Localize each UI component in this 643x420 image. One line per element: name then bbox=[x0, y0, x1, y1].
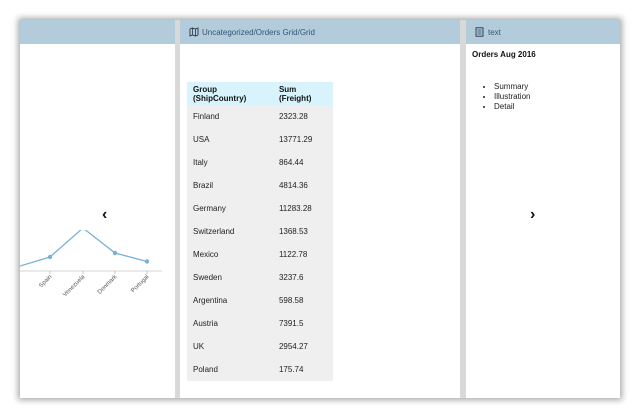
carousel-frame: Spain Venezuela Denmark Portugal Uncategori… bbox=[20, 20, 620, 398]
line-chart: Spain Venezuela Denmark Portugal bbox=[20, 230, 162, 299]
ship-country-cell: Germany bbox=[187, 197, 273, 220]
left-panel: Spain Venezuela Denmark Portugal bbox=[20, 20, 175, 398]
right-panel: text Orders Aug 2016 SummaryIllustration… bbox=[466, 20, 620, 398]
data-point[interactable] bbox=[112, 250, 118, 256]
grid-column-header[interactable]: Group (ShipCountry) bbox=[187, 82, 273, 105]
chevron-left-icon[interactable]: ‹ bbox=[102, 207, 107, 223]
grid-column-header[interactable]: Sum (Freight) bbox=[272, 82, 333, 105]
freight-cell: 3237.6 bbox=[272, 266, 333, 289]
grid-header-row: Group (ShipCountry) Sum (Freight) bbox=[187, 82, 333, 105]
middle-panel-title[interactable]: Uncategorized/Orders Grid/Grid bbox=[202, 28, 315, 37]
right-panel-header: text bbox=[466, 20, 620, 44]
freight-cell: 598.58 bbox=[272, 289, 333, 312]
table-row[interactable]: USA 13771.29 bbox=[187, 128, 333, 151]
freight-cell: 13771.29 bbox=[272, 128, 333, 151]
ship-country-cell: Switzerland bbox=[187, 220, 273, 243]
series-line-leading-segment bbox=[20, 256, 51, 267]
document-icon bbox=[474, 27, 485, 38]
table-row[interactable]: Finland 2323.28 bbox=[187, 105, 333, 128]
ship-country-cell: Mexico bbox=[187, 243, 273, 266]
freight-cell: 864.44 bbox=[272, 151, 333, 174]
freight-cell: 11283.28 bbox=[272, 197, 333, 220]
report-sections-list: SummaryIllustrationDetail bbox=[476, 82, 530, 112]
ship-country-cell: Austria bbox=[187, 312, 273, 335]
ship-country-cell: Finland bbox=[187, 105, 273, 128]
table-row[interactable]: Austria 7391.5 bbox=[187, 312, 333, 335]
data-point[interactable] bbox=[144, 259, 150, 264]
freight-cell: 4814.36 bbox=[272, 174, 333, 197]
orders-grid: Group (ShipCountry) Sum (Freight) Finland… bbox=[187, 82, 333, 381]
data-point[interactable] bbox=[47, 254, 53, 260]
table-row[interactable]: Poland 175.74 bbox=[187, 358, 333, 381]
x-tick-label: Spain bbox=[38, 274, 53, 289]
left-panel-header bbox=[20, 20, 175, 44]
freight-cell: 2323.28 bbox=[272, 105, 333, 128]
list-item: Detail bbox=[494, 102, 530, 112]
freight-cell: 2954.27 bbox=[272, 335, 333, 358]
report-title: Orders Aug 2016 bbox=[472, 50, 536, 59]
series-line bbox=[49, 230, 148, 263]
map-icon bbox=[188, 27, 199, 38]
list-item: Illustration bbox=[494, 92, 530, 102]
ship-country-cell: Argentina bbox=[187, 289, 273, 312]
x-tick-label: Venezuela bbox=[62, 274, 87, 299]
table-row[interactable]: Brazil 4814.36 bbox=[187, 174, 333, 197]
table-row[interactable]: Mexico 1122.78 bbox=[187, 243, 333, 266]
table-row[interactable]: Italy 864.44 bbox=[187, 151, 333, 174]
middle-panel-header: Uncategorized/Orders Grid/Grid bbox=[180, 20, 460, 44]
ship-country-cell: Brazil bbox=[187, 174, 273, 197]
table-row[interactable]: Germany 11283.28 bbox=[187, 197, 333, 220]
right-panel-title[interactable]: text bbox=[488, 28, 501, 37]
table-row[interactable]: UK 2954.27 bbox=[187, 335, 333, 358]
x-tick-label: Denmark bbox=[97, 273, 119, 295]
freight-cell: 1122.78 bbox=[272, 243, 333, 266]
ship-country-cell: UK bbox=[187, 335, 273, 358]
freight-cell: 1368.53 bbox=[272, 220, 333, 243]
freight-cell: 175.74 bbox=[272, 358, 333, 381]
x-tick-label: Portugal bbox=[130, 274, 150, 294]
middle-panel: Uncategorized/Orders Grid/Grid Group (Sh… bbox=[180, 20, 460, 398]
chevron-right-icon[interactable]: › bbox=[530, 207, 535, 223]
ship-country-cell: Sweden bbox=[187, 266, 273, 289]
freight-cell: 7391.5 bbox=[272, 312, 333, 335]
table-row[interactable]: Switzerland 1368.53 bbox=[187, 220, 333, 243]
table-row[interactable]: Argentina 598.58 bbox=[187, 289, 333, 312]
ship-country-cell: Italy bbox=[187, 151, 273, 174]
ship-country-cell: Poland bbox=[187, 358, 273, 381]
ship-country-cell: USA bbox=[187, 128, 273, 151]
list-item: Summary bbox=[494, 82, 530, 92]
table-row[interactable]: Sweden 3237.6 bbox=[187, 266, 333, 289]
